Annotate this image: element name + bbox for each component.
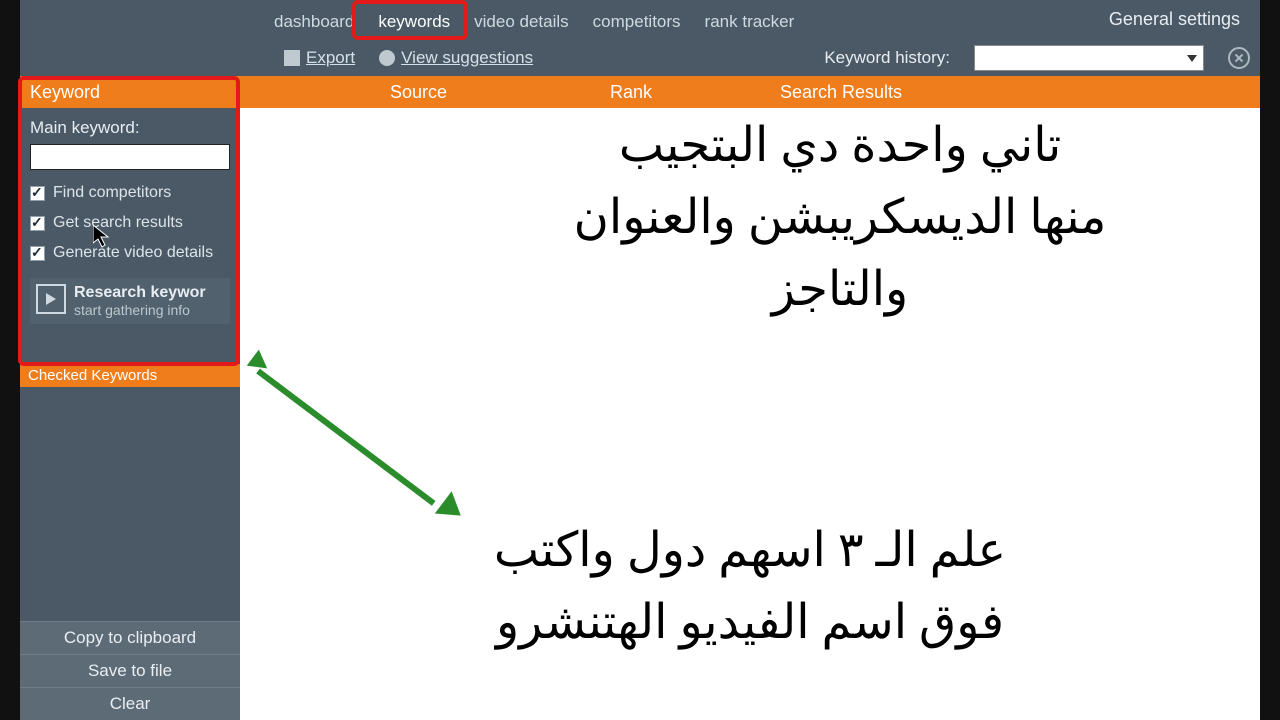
annotation-text-bottom: علم الـ ٣ اسهم دول واكتبفوق اسم الفيديو … [430, 515, 1070, 659]
tab-dashboard[interactable]: dashboard [262, 6, 366, 40]
close-icon[interactable] [1228, 47, 1250, 69]
keyword-history-select[interactable] [974, 45, 1204, 71]
view-suggestions-link[interactable]: View suggestions [379, 48, 533, 68]
export-label: Export [306, 48, 355, 68]
col-rank: Rank [610, 82, 780, 103]
checked-keywords-header: Checked Keywords [20, 364, 240, 387]
checkbox-icon [30, 246, 45, 261]
table-header: Keyword Source Rank Search Results [20, 76, 1260, 108]
save-to-file-button[interactable]: Save to file [20, 654, 240, 687]
top-nav: dashboard keywords video details competi… [20, 0, 1260, 40]
check-label: Get search results [53, 214, 183, 232]
general-settings-link[interactable]: General settings [1101, 3, 1248, 40]
tab-video-details[interactable]: video details [462, 6, 581, 40]
view-suggestions-label: View suggestions [401, 48, 533, 68]
research-title: Research keywor [74, 284, 206, 302]
col-source: Source [390, 82, 610, 103]
col-keyword: Keyword [20, 82, 390, 103]
export-icon [284, 50, 300, 66]
clear-button[interactable]: Clear [20, 687, 240, 720]
tab-keywords[interactable]: keywords [366, 6, 462, 40]
research-subtitle: start gathering info [74, 302, 206, 318]
main-keyword-label: Main keyword: [20, 108, 240, 144]
arrow-icon [258, 368, 478, 374]
suggestions-icon [379, 50, 395, 66]
research-keywords-button[interactable]: Research keywor start gathering info [30, 278, 230, 324]
play-icon [36, 284, 66, 314]
check-label: Find competitors [53, 184, 171, 202]
keyword-history-label: Keyword history: [824, 48, 950, 68]
sidebar: Main keyword: Find competitors Get searc… [20, 108, 240, 720]
tab-rank-tracker[interactable]: rank tracker [693, 6, 807, 40]
check-get-search-results[interactable]: Get search results [20, 208, 240, 238]
checkbox-icon [30, 216, 45, 231]
check-find-competitors[interactable]: Find competitors [20, 178, 240, 208]
main-keyword-input[interactable] [30, 144, 230, 170]
export-link[interactable]: Export [284, 48, 355, 68]
checkbox-icon [30, 186, 45, 201]
toolbar: Export View suggestions Keyword history: [20, 40, 1260, 76]
annotation-text-top: تاني واحدة دي البتجيبمنها الديسكريبشن وا… [480, 110, 1200, 326]
copy-to-clipboard-button[interactable]: Copy to clipboard [20, 621, 240, 654]
col-search-results: Search Results [780, 82, 1260, 103]
check-generate-video-details[interactable]: Generate video details [20, 238, 240, 268]
tab-competitors[interactable]: competitors [581, 6, 693, 40]
check-label: Generate video details [53, 244, 213, 262]
